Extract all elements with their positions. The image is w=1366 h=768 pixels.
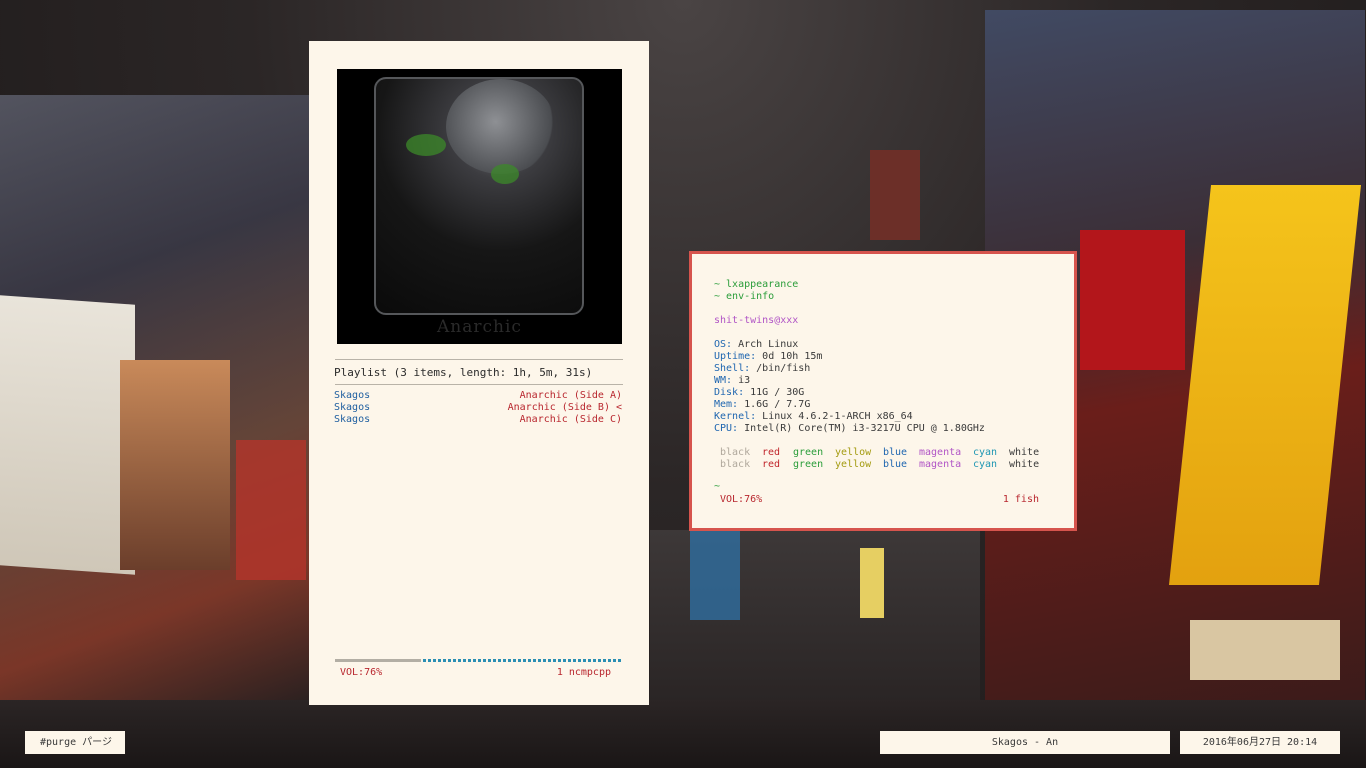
palette-white: white <box>1009 459 1040 470</box>
info-key: Shell: <box>714 363 751 374</box>
wallpaper-blue-billboard <box>690 530 740 620</box>
song-progress-played <box>335 659 421 662</box>
wallpaper-poster <box>0 295 135 575</box>
desktop-wallpaper <box>0 0 1366 768</box>
info-key: CPU: <box>714 423 739 434</box>
palette-cyan: cyan <box>973 459 998 470</box>
album-cover-detail <box>491 164 519 184</box>
song-progress-bar[interactable] <box>335 659 621 662</box>
info-value: Linux 4.6.2-1-ARCH x86_64 <box>756 411 913 422</box>
album-cover-detail <box>406 134 446 156</box>
terminal-command: ~ lxappearance <box>714 279 799 290</box>
playlist-item-album: Anarchic (Side B) < <box>507 402 622 413</box>
album-cover-title: Anarchic <box>437 317 522 337</box>
wallpaper-marquee-sign <box>1190 620 1340 680</box>
info-value: i3 <box>732 375 751 386</box>
album-cover-moon <box>446 79 556 174</box>
divider <box>335 384 623 385</box>
playlist-item-artist: Skagos <box>334 390 371 401</box>
info-key: Kernel: <box>714 411 757 422</box>
wallpaper-red-sign <box>1080 230 1185 370</box>
album-cover-art <box>374 77 584 315</box>
divider <box>335 359 623 360</box>
wallpaper-neon-sign <box>236 440 306 580</box>
playlist-item[interactable]: Skagos Anarchic (Side C) <box>334 414 622 426</box>
palette-yellow: yellow <box>835 447 872 458</box>
terminal-window[interactable]: ~ lxappearance ~ env-info shit-twins@xxx… <box>689 251 1077 531</box>
info-line-kernel: Kernel: Linux 4.6.2-1-ARCH x86_64 <box>714 411 913 423</box>
ncmpcpp-window[interactable]: Anarchic Playlist (3 items, length: 1h, … <box>309 41 649 705</box>
info-line-uptime: Uptime: 0d 10h 15m <box>714 351 822 363</box>
info-value: 0d 10h 15m <box>756 351 823 362</box>
playlist-item-album: Anarchic (Side A) <box>519 390 622 401</box>
info-line-disk: Disk: 11G / 30G <box>714 387 804 399</box>
palette-blue: blue <box>883 459 908 470</box>
workspace-indicator[interactable]: #purge パージ <box>25 731 125 754</box>
info-key: OS: <box>714 339 733 350</box>
info-value: 11G / 30G <box>744 387 805 398</box>
palette-red: red <box>762 459 781 470</box>
clock: 2016年06月27日 20:14 <box>1180 731 1340 754</box>
info-key: WM: <box>714 375 733 386</box>
window-title: 1 ncmpcpp <box>556 667 611 678</box>
playlist-header: Playlist (3 items, length: 1h, 5m, 31s) <box>334 366 593 379</box>
info-key: Mem: <box>714 399 739 410</box>
volume-indicator: VOL:76% <box>340 667 383 678</box>
palette-white: white <box>1009 447 1040 458</box>
playlist-item-current[interactable]: Skagos Anarchic (Side B) < <box>334 402 622 414</box>
palette-red: red <box>762 447 781 458</box>
palette-green: green <box>793 459 824 470</box>
info-line-shell: Shell: /bin/fish <box>714 363 810 375</box>
info-line-cpu: CPU: Intel(R) Core(TM) i3-3217U CPU @ 1.… <box>714 423 985 435</box>
palette-black: black <box>720 447 751 458</box>
info-key: Uptime: <box>714 351 757 362</box>
info-line-mem: Mem: 1.6G / 7.7G <box>714 399 810 411</box>
info-line-os: OS: Arch Linux <box>714 339 798 351</box>
album-cover: Anarchic <box>337 69 622 344</box>
info-value: /bin/fish <box>750 363 811 374</box>
playlist-item[interactable]: Skagos Anarchic (Side A) <box>334 390 622 402</box>
palette-black: black <box>720 459 751 470</box>
volume-indicator: VOL:76% <box>720 494 763 505</box>
info-key: Disk: <box>714 387 745 398</box>
palette-magenta: magenta <box>919 459 962 470</box>
terminal-user-host: shit-twins@xxx <box>714 315 799 326</box>
window-title: 1 fish <box>1002 494 1039 505</box>
info-value: Arch Linux <box>732 339 799 350</box>
palette-green: green <box>793 447 824 458</box>
palette-magenta: magenta <box>919 447 962 458</box>
song-progress-remaining <box>423 659 621 662</box>
palette-blue: blue <box>883 447 908 458</box>
info-line-wm: WM: i3 <box>714 375 750 387</box>
playlist-item-artist: Skagos <box>334 402 371 413</box>
wallpaper-theater-sign <box>860 548 884 618</box>
terminal-prompt[interactable]: ~ <box>714 481 720 493</box>
palette-cyan: cyan <box>973 447 998 458</box>
now-playing: Skagos - An <box>880 731 1170 754</box>
wallpaper-clock-tower <box>870 150 920 240</box>
info-value: Intel(R) Core(TM) i3-3217U CPU @ 1.80GHz <box>738 423 985 434</box>
terminal-command: ~ env-info <box>714 291 775 302</box>
palette-yellow: yellow <box>835 459 872 470</box>
playlist-item-album: Anarchic (Side C) <box>519 414 622 425</box>
playlist-item-artist: Skagos <box>334 414 371 425</box>
wallpaper-poster <box>120 360 230 570</box>
info-value: 1.6G / 7.7G <box>738 399 811 410</box>
